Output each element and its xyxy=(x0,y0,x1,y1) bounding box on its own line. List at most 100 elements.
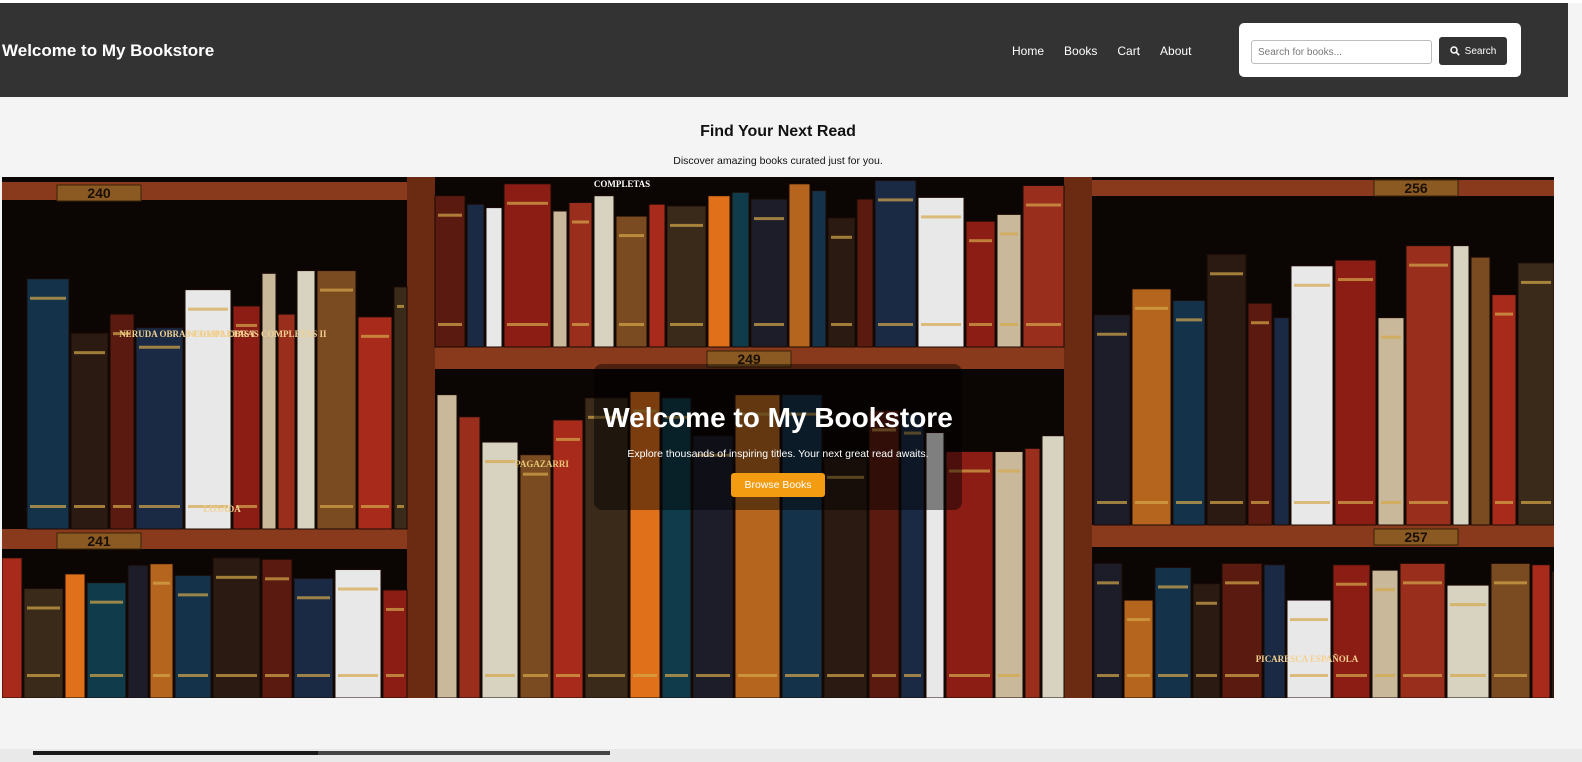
search-form: Search xyxy=(1239,23,1521,77)
spine-band xyxy=(1196,601,1217,605)
book-spine xyxy=(436,394,458,698)
spine-band xyxy=(969,323,992,326)
book-spine xyxy=(1192,583,1221,698)
book-spine xyxy=(26,278,70,530)
spine-band xyxy=(619,323,644,326)
nav-cart-link[interactable]: Cart xyxy=(1117,44,1140,58)
search-button[interactable]: Search xyxy=(1439,37,1507,65)
spine-band xyxy=(921,215,961,219)
spine-band xyxy=(998,674,1020,677)
spine-band xyxy=(949,674,990,677)
search-button-label: Search xyxy=(1464,45,1497,57)
book-spine xyxy=(184,289,232,530)
site-title: Welcome to My Bookstore xyxy=(2,41,215,60)
shelf-board xyxy=(1092,525,1554,547)
book-spine xyxy=(357,316,393,530)
book-spine xyxy=(593,195,615,348)
book-spine xyxy=(856,198,874,348)
spine-band xyxy=(1450,603,1486,607)
shelf-number: 240 xyxy=(87,185,111,201)
hero-overlay: Welcome to My Bookstore Explore thousand… xyxy=(594,364,962,510)
spine-band xyxy=(1176,501,1202,504)
spine-band xyxy=(216,674,257,677)
spine-band xyxy=(297,596,330,600)
spine-title: PICARESCA ESPAÑOLA xyxy=(1256,654,1359,664)
search-input[interactable] xyxy=(1251,40,1432,64)
book-spine xyxy=(393,286,408,530)
browse-books-button[interactable]: Browse Books xyxy=(731,473,825,497)
spine-band xyxy=(1494,674,1527,677)
spine-band xyxy=(1403,581,1442,585)
book-spine xyxy=(261,272,277,530)
spine-band xyxy=(969,239,992,243)
book-spine xyxy=(503,183,552,348)
spine-band xyxy=(90,674,123,677)
book-spine xyxy=(519,454,552,698)
spine-band xyxy=(1381,335,1401,339)
spine-band xyxy=(320,505,353,508)
book-spine xyxy=(2,557,23,698)
spine-band xyxy=(297,674,330,677)
spine-band xyxy=(998,469,1020,473)
spine-band xyxy=(507,201,548,205)
spine-band xyxy=(1135,501,1168,504)
spine-band xyxy=(1290,674,1328,677)
book-spine xyxy=(316,270,357,530)
spine-band xyxy=(178,593,208,597)
spine-band xyxy=(27,606,60,610)
spine-band xyxy=(670,323,703,326)
book-spine xyxy=(109,313,135,530)
book-spine xyxy=(296,270,316,530)
book-spine xyxy=(648,203,666,348)
spine-band xyxy=(1135,306,1168,310)
spine-band xyxy=(1403,674,1442,677)
spine-band xyxy=(507,323,548,326)
section-title: Find Your Next Read xyxy=(700,123,856,140)
book-spine xyxy=(1446,584,1490,698)
spine-band xyxy=(878,323,913,326)
nav-home-link[interactable]: Home xyxy=(1012,44,1044,58)
spine-band xyxy=(827,674,864,677)
spine-band xyxy=(1409,263,1448,267)
book-spine xyxy=(1517,262,1554,526)
book-spine xyxy=(23,588,64,698)
nav-books-link[interactable]: Books xyxy=(1064,44,1097,58)
spine-band xyxy=(1097,674,1119,677)
spine-band xyxy=(1225,581,1259,585)
spine-band xyxy=(588,674,625,677)
spine-band xyxy=(74,351,105,355)
spine-band xyxy=(670,223,703,227)
scrollbar-thumb[interactable] xyxy=(33,751,318,755)
spine-band xyxy=(1210,501,1243,504)
book-spine xyxy=(458,416,481,698)
spine-band xyxy=(872,674,896,677)
spine-band xyxy=(1000,232,1018,236)
spine-band xyxy=(1000,323,1018,326)
book-spine xyxy=(135,327,184,530)
book-spine xyxy=(1024,447,1041,698)
spine-band xyxy=(1294,501,1330,504)
shelf-number: 241 xyxy=(87,533,111,549)
book-spine xyxy=(1334,259,1377,526)
spine-band xyxy=(831,235,852,239)
spine-band xyxy=(921,323,961,326)
spine-band xyxy=(523,472,548,476)
spine-band xyxy=(633,674,657,677)
spine-band xyxy=(397,304,404,308)
nav-about-link[interactable]: About xyxy=(1160,44,1191,58)
spine-band xyxy=(485,674,515,677)
spine-band xyxy=(556,674,580,677)
hero-subtitle: Explore thousands of inspiring titles. Y… xyxy=(627,448,929,460)
spine-band xyxy=(1381,501,1401,504)
spine-band xyxy=(361,334,389,338)
hero-title: Welcome to My Bookstore xyxy=(603,402,953,433)
spine-band xyxy=(619,234,644,238)
book-spine xyxy=(1290,265,1334,526)
book-spine xyxy=(1022,185,1065,348)
spine-band xyxy=(556,437,580,441)
spine-title: COMPLETAS xyxy=(594,179,650,189)
spine-band xyxy=(1336,582,1367,586)
spine-band xyxy=(139,505,180,508)
spine-title: PAGAZARRI xyxy=(515,459,569,469)
section-subtitle: Discover amazing books curated just for … xyxy=(673,155,883,167)
